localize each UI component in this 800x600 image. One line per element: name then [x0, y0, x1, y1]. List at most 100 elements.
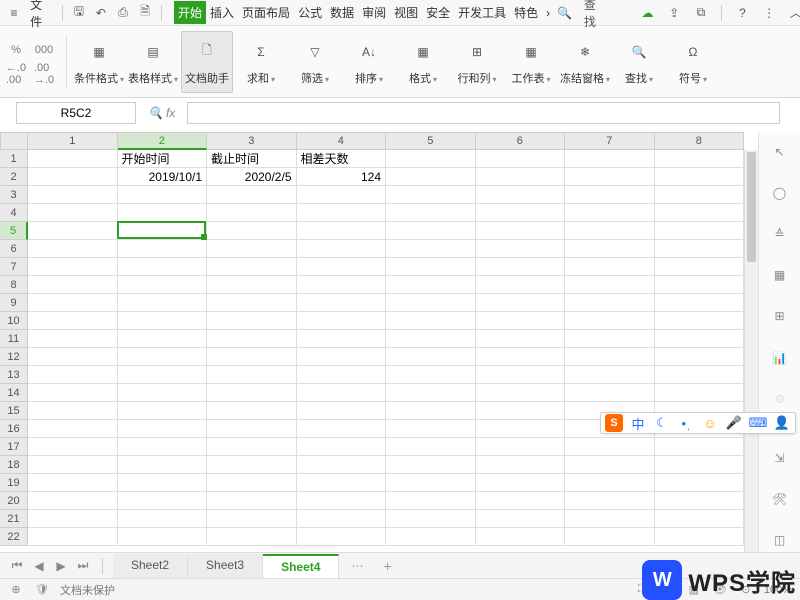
- cell[interactable]: [476, 240, 566, 258]
- cell[interactable]: [297, 384, 387, 402]
- cell[interactable]: [565, 240, 655, 258]
- share-icon[interactable]: ⇪: [664, 2, 685, 24]
- cell[interactable]: [207, 528, 297, 546]
- sheet-more[interactable]: ⋯: [343, 559, 371, 573]
- sheet-tab[interactable]: Sheet2: [113, 554, 188, 578]
- cell[interactable]: [118, 348, 208, 366]
- increase-decimal[interactable]: ←.0.00: [6, 65, 26, 83]
- cell[interactable]: [655, 168, 745, 186]
- cell[interactable]: [297, 510, 387, 528]
- row-header[interactable]: 3: [0, 186, 28, 204]
- ime-user-icon[interactable]: 👤: [773, 414, 791, 432]
- cell[interactable]: [655, 348, 745, 366]
- ime-mic-icon[interactable]: 🎤: [725, 414, 743, 432]
- cell[interactable]: [476, 492, 566, 510]
- cell[interactable]: [207, 384, 297, 402]
- row-header[interactable]: 14: [0, 384, 28, 402]
- cell[interactable]: [565, 528, 655, 546]
- cell[interactable]: [565, 384, 655, 402]
- cell[interactable]: [386, 420, 476, 438]
- cell[interactable]: [476, 312, 566, 330]
- thousands-format[interactable]: 000: [34, 41, 54, 59]
- cell[interactable]: [28, 240, 118, 258]
- cell[interactable]: [655, 222, 745, 240]
- cell[interactable]: [655, 150, 745, 168]
- cell[interactable]: [386, 240, 476, 258]
- col-header[interactable]: 4: [297, 132, 387, 150]
- cell[interactable]: [476, 528, 566, 546]
- cell[interactable]: [118, 186, 208, 204]
- cell[interactable]: [207, 402, 297, 420]
- cell[interactable]: [207, 510, 297, 528]
- row-header[interactable]: 9: [0, 294, 28, 312]
- cell[interactable]: [297, 456, 387, 474]
- cell[interactable]: [28, 438, 118, 456]
- col-header[interactable]: 5: [386, 132, 476, 150]
- cell[interactable]: [655, 204, 745, 222]
- col-header[interactable]: 7: [565, 132, 655, 150]
- cell[interactable]: 2019/10/1: [118, 168, 208, 186]
- cell[interactable]: [565, 258, 655, 276]
- row-header[interactable]: 15: [0, 402, 28, 420]
- cell[interactable]: [386, 168, 476, 186]
- cell[interactable]: [297, 492, 387, 510]
- cell[interactable]: [297, 276, 387, 294]
- cell[interactable]: [565, 294, 655, 312]
- cell[interactable]: [565, 492, 655, 510]
- tab-insert[interactable]: 插入: [206, 1, 238, 24]
- cell[interactable]: [476, 330, 566, 348]
- cell[interactable]: [386, 456, 476, 474]
- ime-toolbar[interactable]: S 中 ☾ •ˌ ☺ 🎤 ⌨ 👤: [600, 412, 796, 434]
- cell[interactable]: [476, 186, 566, 204]
- cell[interactable]: [207, 240, 297, 258]
- cell[interactable]: [386, 348, 476, 366]
- decrease-decimal[interactable]: .00→.0: [34, 65, 54, 83]
- row-header[interactable]: 6: [0, 240, 28, 258]
- cell[interactable]: [28, 204, 118, 222]
- cell[interactable]: 124: [297, 168, 387, 186]
- fx-icon[interactable]: 🔍fx: [148, 106, 175, 120]
- cell[interactable]: [655, 276, 745, 294]
- cell[interactable]: [386, 294, 476, 312]
- row-header[interactable]: 11: [0, 330, 28, 348]
- cell[interactable]: [297, 258, 387, 276]
- cell[interactable]: [386, 330, 476, 348]
- col-header[interactable]: 2: [118, 132, 208, 150]
- cell[interactable]: [297, 330, 387, 348]
- row-header[interactable]: 7: [0, 258, 28, 276]
- col-header[interactable]: 8: [655, 132, 745, 150]
- cell[interactable]: [565, 438, 655, 456]
- help-icon[interactable]: ?: [732, 2, 753, 24]
- sheet-tab[interactable]: Sheet3: [188, 554, 263, 578]
- cell[interactable]: [476, 384, 566, 402]
- cell[interactable]: [565, 186, 655, 204]
- undo-icon[interactable]: ↶: [91, 2, 111, 24]
- cell[interactable]: [565, 168, 655, 186]
- ribbon-freeze[interactable]: ❄冻结窗格▾: [559, 31, 611, 93]
- cell[interactable]: [476, 420, 566, 438]
- ribbon-cond-format[interactable]: ▦条件格式▾: [73, 31, 125, 93]
- add-sheet[interactable]: +: [375, 558, 399, 574]
- cell[interactable]: [297, 222, 387, 240]
- cell[interactable]: [476, 348, 566, 366]
- cell[interactable]: [118, 258, 208, 276]
- cell[interactable]: [118, 456, 208, 474]
- cell[interactable]: [297, 438, 387, 456]
- cell[interactable]: [565, 204, 655, 222]
- row-header[interactable]: 10: [0, 312, 28, 330]
- cell[interactable]: [207, 438, 297, 456]
- lightbulb-icon[interactable]: ⊕: [8, 582, 24, 598]
- cell[interactable]: [297, 528, 387, 546]
- cell[interactable]: [386, 366, 476, 384]
- tab-review[interactable]: 审阅: [358, 1, 390, 24]
- ribbon-symbol[interactable]: Ω符号▾: [667, 31, 719, 93]
- cell[interactable]: [297, 474, 387, 492]
- cell[interactable]: [297, 348, 387, 366]
- cell[interactable]: [118, 312, 208, 330]
- ime-punct-icon[interactable]: •ˌ: [677, 414, 695, 432]
- scroll-thumb[interactable]: [747, 152, 756, 262]
- cell[interactable]: [386, 510, 476, 528]
- sheet-nav-last[interactable]: ⏭: [74, 557, 92, 575]
- col-header[interactable]: 6: [476, 132, 566, 150]
- cell[interactable]: [386, 492, 476, 510]
